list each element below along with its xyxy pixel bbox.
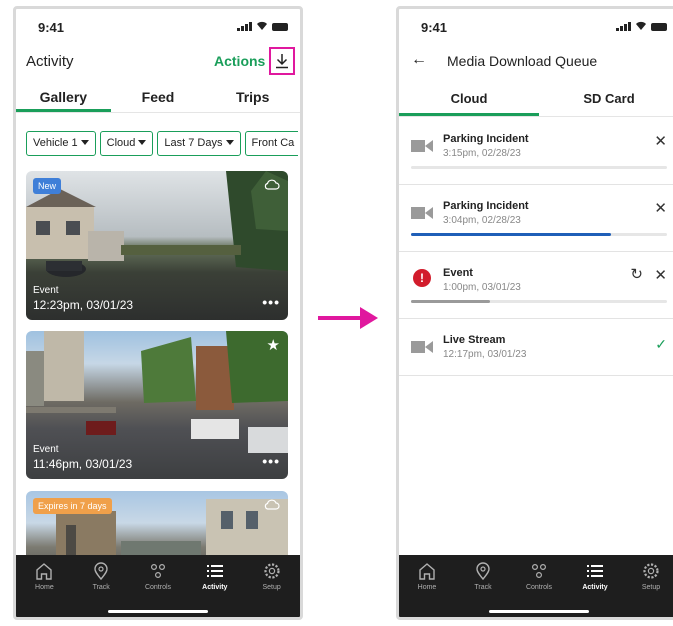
nav-setup[interactable]: Setup: [243, 555, 300, 617]
download-icon: [276, 54, 288, 69]
tab-bar: Cloud SD Card: [399, 81, 673, 117]
more-options-icon[interactable]: •••: [262, 453, 280, 469]
more-options-icon[interactable]: •••: [262, 294, 280, 310]
card-timestamp: 11:46pm, 03/01/23: [33, 457, 133, 471]
cloud-icon: [264, 499, 280, 510]
gear-icon: [643, 563, 659, 579]
caret-down-icon: [80, 140, 89, 145]
queue-item: Live Stream 12:17pm, 03/01/23 ✓: [399, 320, 673, 376]
status-time: 9:41: [421, 20, 448, 35]
bottom-nav: Home Track Controls Activity Setup: [399, 555, 673, 617]
video-icon: [411, 341, 433, 353]
card-event-type: Event: [33, 285, 59, 296]
cloud-icon: [264, 179, 280, 190]
nav-activity[interactable]: Activity: [567, 555, 623, 617]
nav-activity[interactable]: Activity: [186, 555, 243, 617]
nav-track[interactable]: Track: [455, 555, 511, 617]
nav-home[interactable]: Home: [16, 555, 73, 617]
video-icon: [411, 207, 433, 219]
activity-screen: 9:41 Activity Actions Gallery Feed Trips…: [13, 6, 303, 620]
queue-item-title: Parking Incident: [443, 200, 529, 212]
battery-icon: [651, 23, 667, 31]
page-title: Activity: [26, 53, 74, 70]
queue-item-time: 1:00pm, 03/01/23: [443, 282, 521, 293]
download-progress-bar: [411, 300, 667, 303]
video-icon: [411, 140, 433, 152]
caret-down-icon: [225, 140, 234, 145]
queue-item: Parking Incident 3:15pm, 02/28/23 ✕: [399, 119, 673, 185]
card-event-type: Event: [33, 444, 59, 455]
signal-icon: [616, 22, 631, 31]
queue-item: Parking Incident 3:04pm, 02/28/23 ✕: [399, 186, 673, 252]
nav-track[interactable]: Track: [73, 555, 130, 617]
expires-badge: Expires in 7 days: [33, 498, 112, 514]
filter-vehicle[interactable]: Vehicle 1: [26, 131, 96, 156]
queue-item-time: 12:17pm, 03/01/23: [443, 349, 527, 360]
queue-item: ! Event 1:00pm, 03/01/23 ↻ ✕: [399, 253, 673, 319]
controls-icon: [531, 563, 547, 579]
download-progress-bar: [411, 166, 667, 169]
new-badge: New: [33, 178, 62, 194]
location-pin-icon: [94, 562, 108, 581]
filter-chips: Vehicle 1 Cloud Last 7 Days Front Ca: [26, 131, 298, 156]
download-queue-button[interactable]: [269, 47, 295, 75]
card-timestamp: 12:23pm, 03/01/23: [33, 298, 134, 312]
filter-camera[interactable]: Front Ca: [244, 131, 298, 156]
error-icon: !: [413, 269, 431, 287]
tab-gallery[interactable]: Gallery: [16, 81, 111, 112]
favorite-star-icon[interactable]: ★: [267, 336, 280, 354]
status-time: 9:41: [38, 20, 65, 35]
cancel-download-icon[interactable]: ✕: [654, 132, 667, 150]
nav-controls[interactable]: Controls: [511, 555, 567, 617]
queue-item-title: Parking Incident: [443, 133, 529, 145]
check-icon: ✓: [655, 336, 667, 352]
cancel-download-icon[interactable]: ✕: [654, 199, 667, 217]
tab-cloud[interactable]: Cloud: [399, 81, 539, 116]
home-indicator: [489, 610, 589, 613]
wifi-icon: [257, 21, 267, 30]
gallery-card[interactable]: ★ Event 11:46pm, 03/01/23 •••: [26, 331, 288, 479]
tab-feed[interactable]: Feed: [111, 81, 206, 112]
location-pin-icon: [476, 562, 490, 581]
controls-icon: [150, 563, 165, 579]
queue-item-time: 3:15pm, 02/28/23: [443, 148, 521, 159]
gallery-card[interactable]: New Event 12:23pm, 03/01/23 •••: [26, 171, 288, 320]
list-icon: [587, 565, 603, 577]
wifi-icon: [636, 21, 646, 30]
queue-item-title: Live Stream: [443, 334, 506, 346]
transition-arrow-icon: [318, 307, 378, 329]
queue-item-time: 3:04pm, 02/28/23: [443, 215, 521, 226]
retry-icon[interactable]: ↻: [630, 265, 643, 283]
page-title: Media Download Queue: [447, 53, 598, 69]
nav-setup[interactable]: Setup: [623, 555, 673, 617]
home-icon: [36, 563, 53, 580]
filter-storage[interactable]: Cloud: [99, 131, 154, 156]
queue-item-title: Event: [443, 267, 473, 279]
gear-icon: [263, 563, 280, 579]
home-icon: [419, 563, 435, 580]
actions-button[interactable]: Actions: [214, 53, 265, 69]
filter-date-range[interactable]: Last 7 Days: [157, 131, 241, 156]
battery-icon: [272, 23, 288, 31]
nav-home[interactable]: Home: [399, 555, 455, 617]
list-icon: [206, 565, 223, 577]
cancel-download-icon[interactable]: ✕: [654, 266, 667, 284]
back-arrow-icon[interactable]: ←: [411, 51, 427, 69]
download-queue-screen: 9:41 ← Media Download Queue Cloud SD Car…: [396, 6, 673, 620]
tab-sd-card[interactable]: SD Card: [539, 81, 673, 116]
nav-controls[interactable]: Controls: [130, 555, 187, 617]
tab-trips[interactable]: Trips: [205, 81, 300, 112]
status-bar: 9:41: [399, 9, 673, 43]
signal-icon: [237, 22, 252, 31]
download-progress-bar: [411, 233, 667, 236]
caret-down-icon: [138, 140, 147, 145]
status-bar: 9:41: [16, 9, 300, 43]
tab-bar: Gallery Feed Trips: [16, 81, 300, 113]
bottom-nav: Home Track Controls Activity Setup: [16, 555, 300, 617]
home-indicator: [108, 610, 208, 613]
